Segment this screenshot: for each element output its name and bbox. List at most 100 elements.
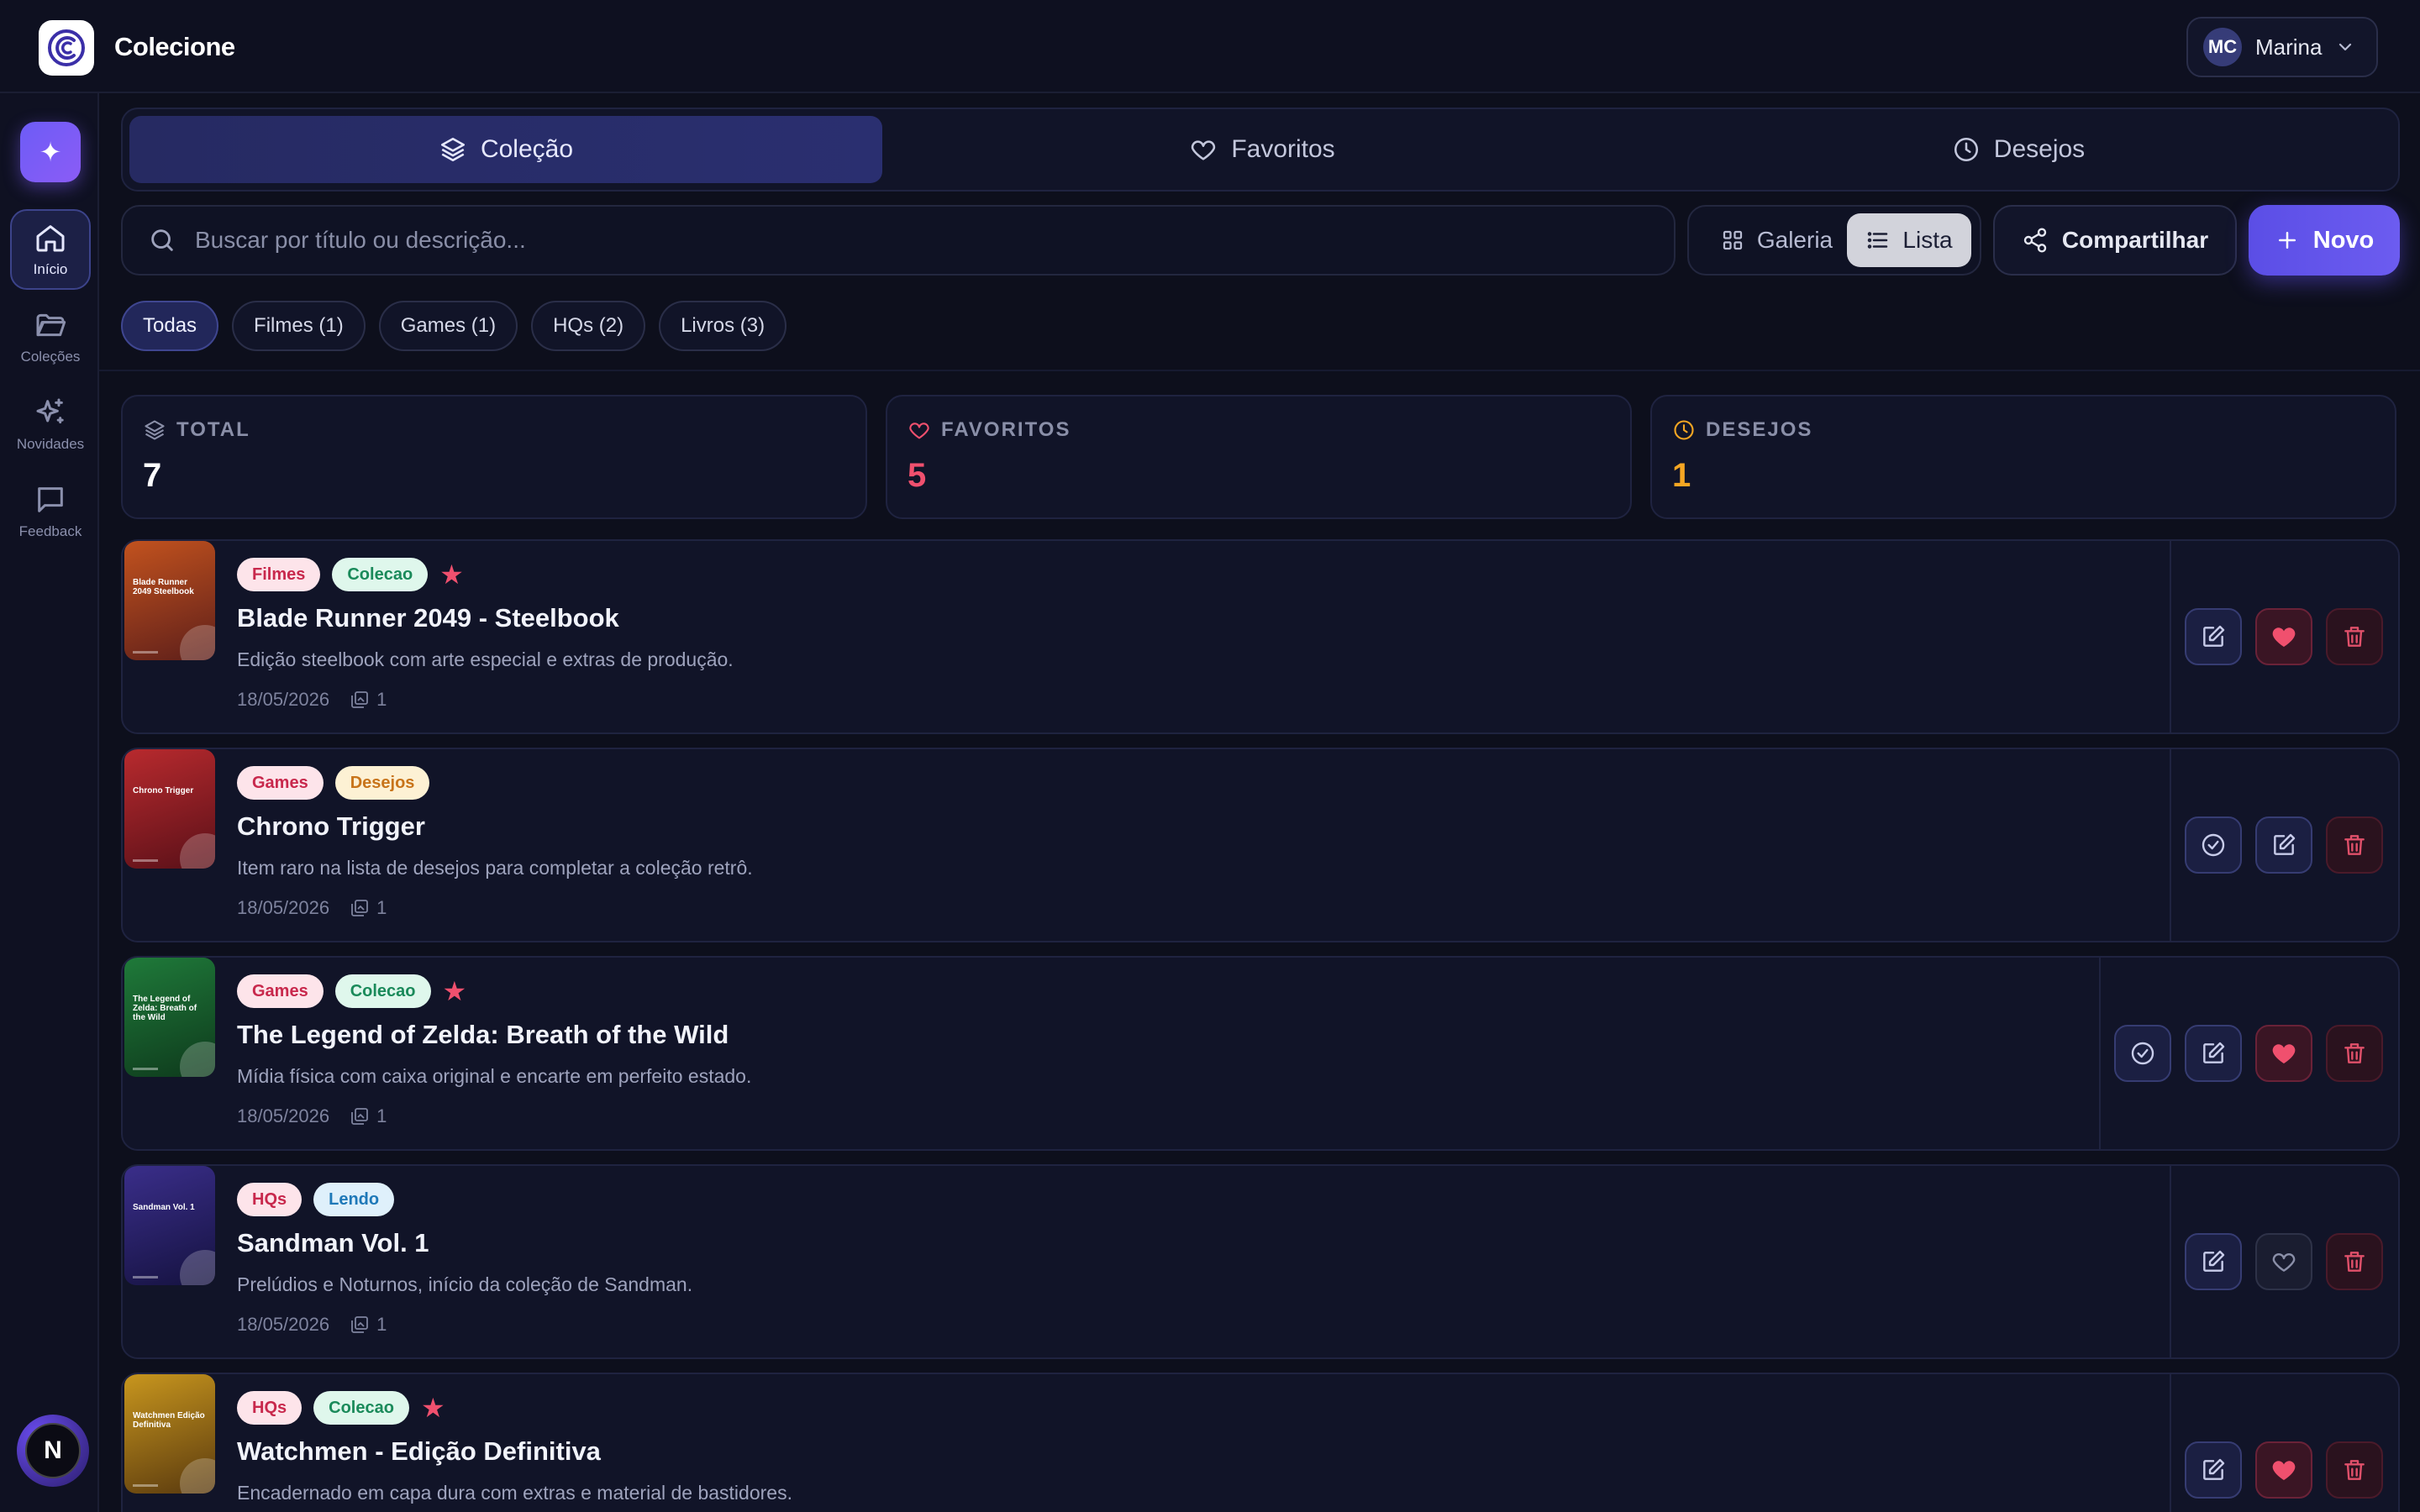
- images-icon: [351, 1316, 369, 1333]
- app-logo-icon[interactable]: [39, 20, 94, 76]
- filter-chip-livros[interactable]: Livros (3): [659, 301, 787, 351]
- list-item[interactable]: The Legend of Zelda: Breath of the Wild …: [121, 956, 2400, 1151]
- item-actions: [2170, 1374, 2398, 1512]
- cover-footer-line: [133, 1068, 158, 1070]
- sparkles-icon: [36, 398, 64, 424]
- stat-label-total: TOTAL: [143, 418, 250, 442]
- heart-filled-icon: [2272, 1044, 2296, 1063]
- grid-icon: [1723, 230, 1742, 250]
- clock-icon: [1954, 137, 1978, 162]
- item-date: 18/05/2026: [237, 689, 330, 710]
- star-icon: ★: [439, 559, 464, 590]
- heart-icon: [909, 423, 929, 439]
- share-icon: [2023, 228, 2047, 253]
- check-circle-icon: [2202, 833, 2225, 857]
- gallery-label: Galeria: [1756, 227, 1833, 253]
- delete-button[interactable]: [2326, 1233, 2383, 1290]
- sidebar-item-novidades[interactable]: Novidades: [10, 384, 91, 465]
- images-icon: [351, 900, 369, 916]
- mark-owned-button[interactable]: [2114, 1025, 2171, 1082]
- image-count: 1: [350, 689, 387, 711]
- filter-chip-todas[interactable]: Todas: [121, 301, 219, 351]
- delete-button[interactable]: [2326, 816, 2383, 874]
- list-item[interactable]: Blade Runner 2049 Steelbook Filmes Coleca…: [121, 539, 2400, 734]
- images-icon: [351, 1108, 369, 1125]
- delete-button[interactable]: [2326, 608, 2383, 665]
- item-title[interactable]: The Legend of Zelda: Breath of the Wild: [237, 1020, 729, 1050]
- delete-button[interactable]: [2326, 1441, 2383, 1499]
- gallery-view-button[interactable]: Galeria: [1702, 213, 1850, 267]
- cover-decoration: [180, 1250, 215, 1285]
- tag-badge: Colecao: [334, 974, 431, 1008]
- check-circle-icon: [2131, 1042, 2154, 1065]
- item-actions: [2099, 958, 2398, 1149]
- cover-thumbnail[interactable]: Chrono Trigger: [124, 749, 215, 869]
- user-menu-button[interactable]: MC Marina: [2186, 17, 2378, 77]
- list-item[interactable]: Chrono Trigger Games Desejos Chrono Trigg…: [121, 748, 2400, 942]
- mark-owned-button[interactable]: [2185, 816, 2242, 874]
- dev-tools-badge: N: [25, 1423, 81, 1478]
- stat-label-favoritos: FAVORITOS: [908, 418, 1071, 442]
- edit-button[interactable]: [2185, 608, 2242, 665]
- edit-button[interactable]: [2185, 1025, 2242, 1082]
- share-button[interactable]: Compartilhar: [1993, 205, 2237, 276]
- favorite-button[interactable]: [2255, 1441, 2312, 1499]
- heart-filled-icon: [2272, 627, 2296, 647]
- image-count-value: 1: [376, 897, 387, 918]
- cover-title: Watchmen Edição Definitiva: [133, 1411, 205, 1430]
- item-title[interactable]: Blade Runner 2049 - Steelbook: [237, 603, 619, 633]
- edit-button[interactable]: [2185, 1233, 2242, 1290]
- tab-colecao[interactable]: Coleção: [129, 116, 882, 183]
- item-actions: [2170, 749, 2398, 941]
- item-tags: HQs Lendo: [237, 1183, 395, 1216]
- new-item-button[interactable]: Novo: [2249, 205, 2400, 276]
- cover-thumbnail[interactable]: Watchmen Edição Definitiva: [124, 1374, 215, 1494]
- dev-tools-button[interactable]: N: [17, 1415, 89, 1487]
- tag-badge: Filmes: [237, 558, 321, 591]
- search-icon: [151, 229, 173, 251]
- tab-favoritos[interactable]: Favoritos: [886, 116, 1639, 183]
- star-icon: ★: [442, 976, 467, 1006]
- cover-decoration: [180, 625, 215, 660]
- cover-thumbnail[interactable]: The Legend of Zelda: Breath of the Wild: [124, 958, 215, 1077]
- edit-button[interactable]: [2185, 1441, 2242, 1499]
- list-item[interactable]: Sandman Vol. 1 HQs Lendo Sandman Vol. 1 P…: [121, 1164, 2400, 1359]
- list-item[interactable]: Watchmen Edição Definitiva HQs Colecao ★ W…: [121, 1373, 2400, 1512]
- tag-badge: Colecao: [313, 1391, 409, 1425]
- heart-filled-icon: [2272, 1461, 2296, 1480]
- ai-assistant-button[interactable]: ✦: [20, 122, 81, 182]
- sidebar-item-colecoes[interactable]: Coleções: [10, 297, 91, 377]
- favorite-button[interactable]: [2255, 1233, 2312, 1290]
- item-title[interactable]: Chrono Trigger: [237, 811, 425, 842]
- favorite-button[interactable]: [2255, 1025, 2312, 1082]
- sidebar-item-feedback[interactable]: Feedback: [10, 471, 91, 552]
- sidebar-item-inicio[interactable]: Início: [10, 209, 91, 290]
- cover-decoration: [180, 833, 215, 869]
- cover-thumbnail[interactable]: Sandman Vol. 1: [124, 1166, 215, 1285]
- section-divider: [99, 370, 2420, 371]
- filter-chip-games[interactable]: Games (1): [378, 301, 518, 351]
- trash-icon: [2344, 835, 2365, 855]
- search-input[interactable]: [195, 227, 1674, 254]
- favorite-button[interactable]: [2255, 608, 2312, 665]
- list-view-button[interactable]: Lista: [1847, 213, 1971, 267]
- share-label: Compartilhar: [2061, 227, 2209, 253]
- stat-label-text: FAVORITOS: [941, 418, 1071, 441]
- tab-desejos[interactable]: Desejos: [1642, 116, 2395, 183]
- cover-thumbnail[interactable]: Blade Runner 2049 Steelbook: [124, 541, 215, 660]
- item-title[interactable]: Sandman Vol. 1: [237, 1228, 429, 1258]
- tab-label: Coleção: [480, 135, 574, 163]
- cover-decoration: [180, 1042, 215, 1077]
- images-icon: [351, 691, 369, 708]
- filter-chip-filmes[interactable]: Filmes (1): [232, 301, 366, 351]
- filter-chip-hqs[interactable]: HQs (2): [531, 301, 646, 351]
- item-tags: HQs Colecao ★: [237, 1391, 445, 1425]
- item-meta: 18/05/2026 1: [237, 897, 387, 919]
- item-title[interactable]: Watchmen - Edição Definitiva: [237, 1436, 601, 1467]
- edit-icon: [2203, 1250, 2225, 1272]
- cover-footer-line: [133, 1484, 158, 1487]
- edit-button[interactable]: [2255, 816, 2312, 874]
- tag-badge: Games: [237, 974, 324, 1008]
- delete-button[interactable]: [2326, 1025, 2383, 1082]
- sidebar-item-label: Coleções: [20, 349, 81, 365]
